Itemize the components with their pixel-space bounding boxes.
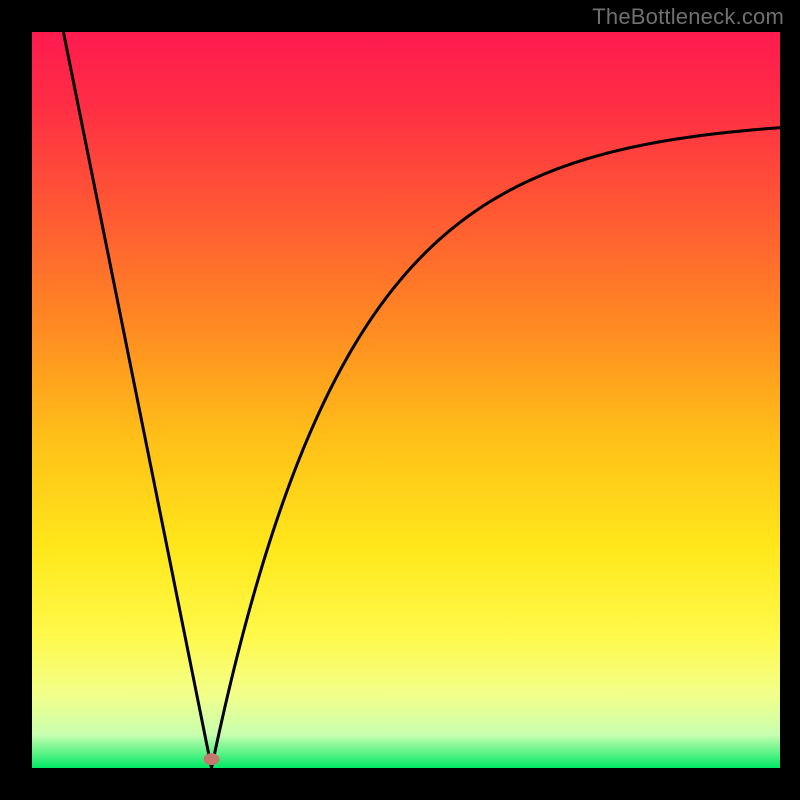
watermark-text: TheBottleneck.com — [592, 4, 784, 30]
min-marker — [204, 753, 220, 765]
chart-frame: TheBottleneck.com — [0, 0, 800, 800]
plot-background — [32, 32, 780, 768]
bottleneck-chart — [0, 0, 800, 800]
